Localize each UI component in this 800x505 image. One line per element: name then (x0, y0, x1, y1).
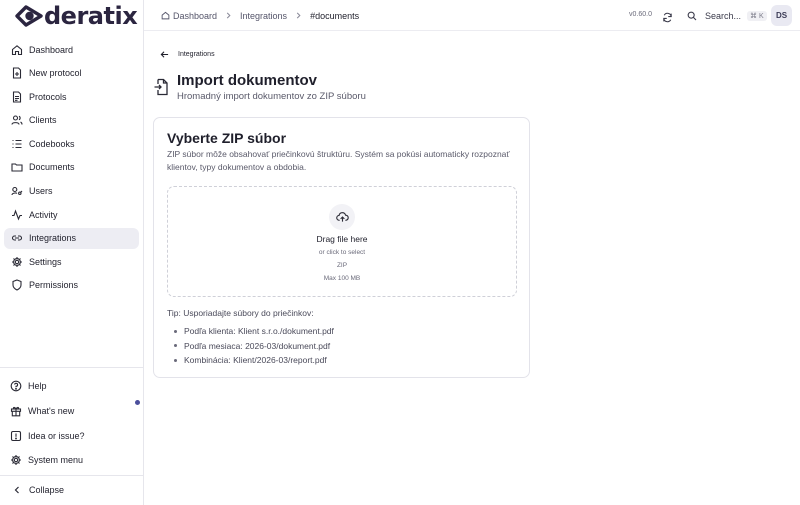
sidebar-item-idea-or-issue[interactable]: Idea or issue? (4, 426, 139, 446)
sidebar-divider (0, 367, 143, 368)
avatar[interactable]: DS (771, 5, 792, 26)
sidebar-item-label: Integrations (29, 233, 77, 244)
sidebar-item-label: System menu (28, 455, 84, 466)
sidebar-item-integrations[interactable]: Integrations (4, 227, 139, 249)
sidebar-item-label: Idea or issue? (28, 430, 85, 441)
home-icon (161, 11, 170, 20)
sidebar-item-clients[interactable]: Clients (4, 110, 139, 131)
users-icon (11, 114, 23, 126)
list-item: Podľa mesiaca: 2026-03/dokument.pdf (174, 339, 334, 354)
page-subtitle: Hromadný import dokumentov zo ZIP súboru (177, 91, 366, 102)
sidebar-item-label: New protocol (29, 68, 82, 79)
upload-card: Vyberte ZIP súbor ZIP súbor môže obsahov… (153, 117, 530, 378)
sidebar-item-new-protocol[interactable]: New protocol (4, 63, 139, 84)
upload-cloud-icon (329, 204, 355, 230)
dropzone-max-size: Max 100 MB (323, 275, 361, 282)
sidebar-item-label: Users (29, 186, 53, 197)
sidebar-divider (0, 475, 143, 476)
chevron-right-icon (225, 12, 232, 19)
activity-icon (11, 209, 23, 221)
dropzone-title: Drag file here (316, 234, 368, 244)
sidebar-item-permissions[interactable]: Permissions (4, 275, 139, 296)
sidebar: deratix Dashboard New protocol Protocols… (0, 0, 144, 505)
user-key-icon (11, 185, 23, 197)
shield-icon (11, 279, 23, 292)
card-description: ZIP súbor môže obsahovať priečinkovú štr… (167, 149, 510, 172)
sidebar-item-activity[interactable]: Activity (4, 204, 139, 225)
arrow-left-icon (160, 50, 169, 59)
sidebar-item-system-menu[interactable]: System menu (4, 450, 139, 470)
sidebar-item-label: What's new (28, 405, 75, 416)
sidebar-item-protocols[interactable]: Protocols (4, 86, 139, 107)
sidebar-item-help[interactable]: Help (4, 376, 139, 396)
sidebar-item-label: Clients (29, 115, 57, 126)
sidebar-item-dashboard[interactable]: Dashboard (4, 39, 139, 60)
dropzone-subtitle: or click to select (318, 249, 366, 256)
breadcrumb-current: #documents (310, 10, 360, 21)
sidebar-bottom-nav: Help What's new Idea or issue? System me… (4, 376, 139, 475)
search-button[interactable]: Search... ⌘ K (681, 5, 769, 26)
breadcrumb-dashboard[interactable]: Dashboard (173, 11, 217, 21)
tip-title: Tip: Usporiadajte súbory do priečinkov: (167, 308, 314, 318)
search-label: Search... (705, 10, 742, 21)
back-link[interactable]: Integrations (160, 48, 215, 60)
brand-logo[interactable]: deratix (14, 2, 138, 30)
gift-icon (10, 405, 22, 417)
logo-mark-icon (15, 5, 43, 27)
folder-icon (11, 161, 23, 173)
gear-icon (11, 256, 23, 268)
sidebar-item-label: Documents (29, 162, 75, 173)
sidebar-item-documents[interactable]: Documents (4, 157, 139, 178)
topbar: Dashboard Integrations #documents v0.60.… (144, 0, 800, 31)
message-icon (10, 430, 22, 442)
sidebar-item-label: Dashboard (29, 44, 74, 55)
sidebar-item-label: Protocols (29, 91, 67, 102)
file-text-icon (11, 91, 23, 103)
file-plus-icon (11, 67, 23, 79)
home-icon (11, 44, 23, 56)
collapse-button[interactable]: Collapse (4, 480, 139, 500)
brand-name: deratix (44, 2, 138, 30)
sidebar-item-label: Activity (29, 209, 58, 220)
file-dropzone[interactable]: Drag file here or click to select ZIP Ma… (167, 186, 517, 297)
list-icon (11, 138, 23, 150)
breadcrumb-integrations[interactable]: Integrations (240, 11, 287, 21)
notification-dot (135, 400, 140, 405)
dropzone-file-type: ZIP (336, 262, 348, 269)
chevron-right-icon (295, 12, 302, 19)
collapse-label: Collapse (29, 485, 65, 495)
tip-list: Podľa klienta: Klient s.r.o./dokument.pd… (174, 324, 334, 368)
sidebar-item-label: Help (28, 381, 47, 391)
refresh-icon[interactable] (662, 10, 673, 23)
sidebar-collapse: Collapse (4, 480, 139, 503)
sidebar-item-label: Settings (29, 256, 62, 267)
search-shortcut: ⌘ K (747, 10, 767, 21)
sidebar-item-label: Codebooks (29, 138, 75, 149)
page-title: Import dokumentov (177, 72, 318, 89)
help-icon (10, 380, 22, 392)
chevron-left-icon (11, 484, 23, 496)
breadcrumb: Dashboard Integrations #documents (161, 0, 359, 31)
sidebar-item-codebooks[interactable]: Codebooks (4, 133, 139, 154)
link-icon (11, 232, 23, 244)
file-import-icon (153, 78, 169, 96)
sidebar-item-whats-new[interactable]: What's new (4, 401, 139, 421)
back-label: Integrations (178, 50, 215, 58)
card-title: Vyberte ZIP súbor (167, 130, 287, 146)
sidebar-item-label: Permissions (29, 280, 79, 291)
gear-icon (10, 454, 22, 466)
list-item: Podľa klienta: Klient s.r.o./dokument.pd… (174, 324, 334, 339)
version-label: v0.60.0 (629, 11, 652, 18)
sidebar-item-users[interactable]: Users (4, 181, 139, 202)
sidebar-item-settings[interactable]: Settings (4, 251, 139, 272)
list-item: Kombinácia: Klient/2026-03/report.pdf (174, 353, 334, 368)
search-icon (687, 11, 697, 21)
sidebar-nav: Dashboard New protocol Protocols Clients… (4, 39, 139, 299)
